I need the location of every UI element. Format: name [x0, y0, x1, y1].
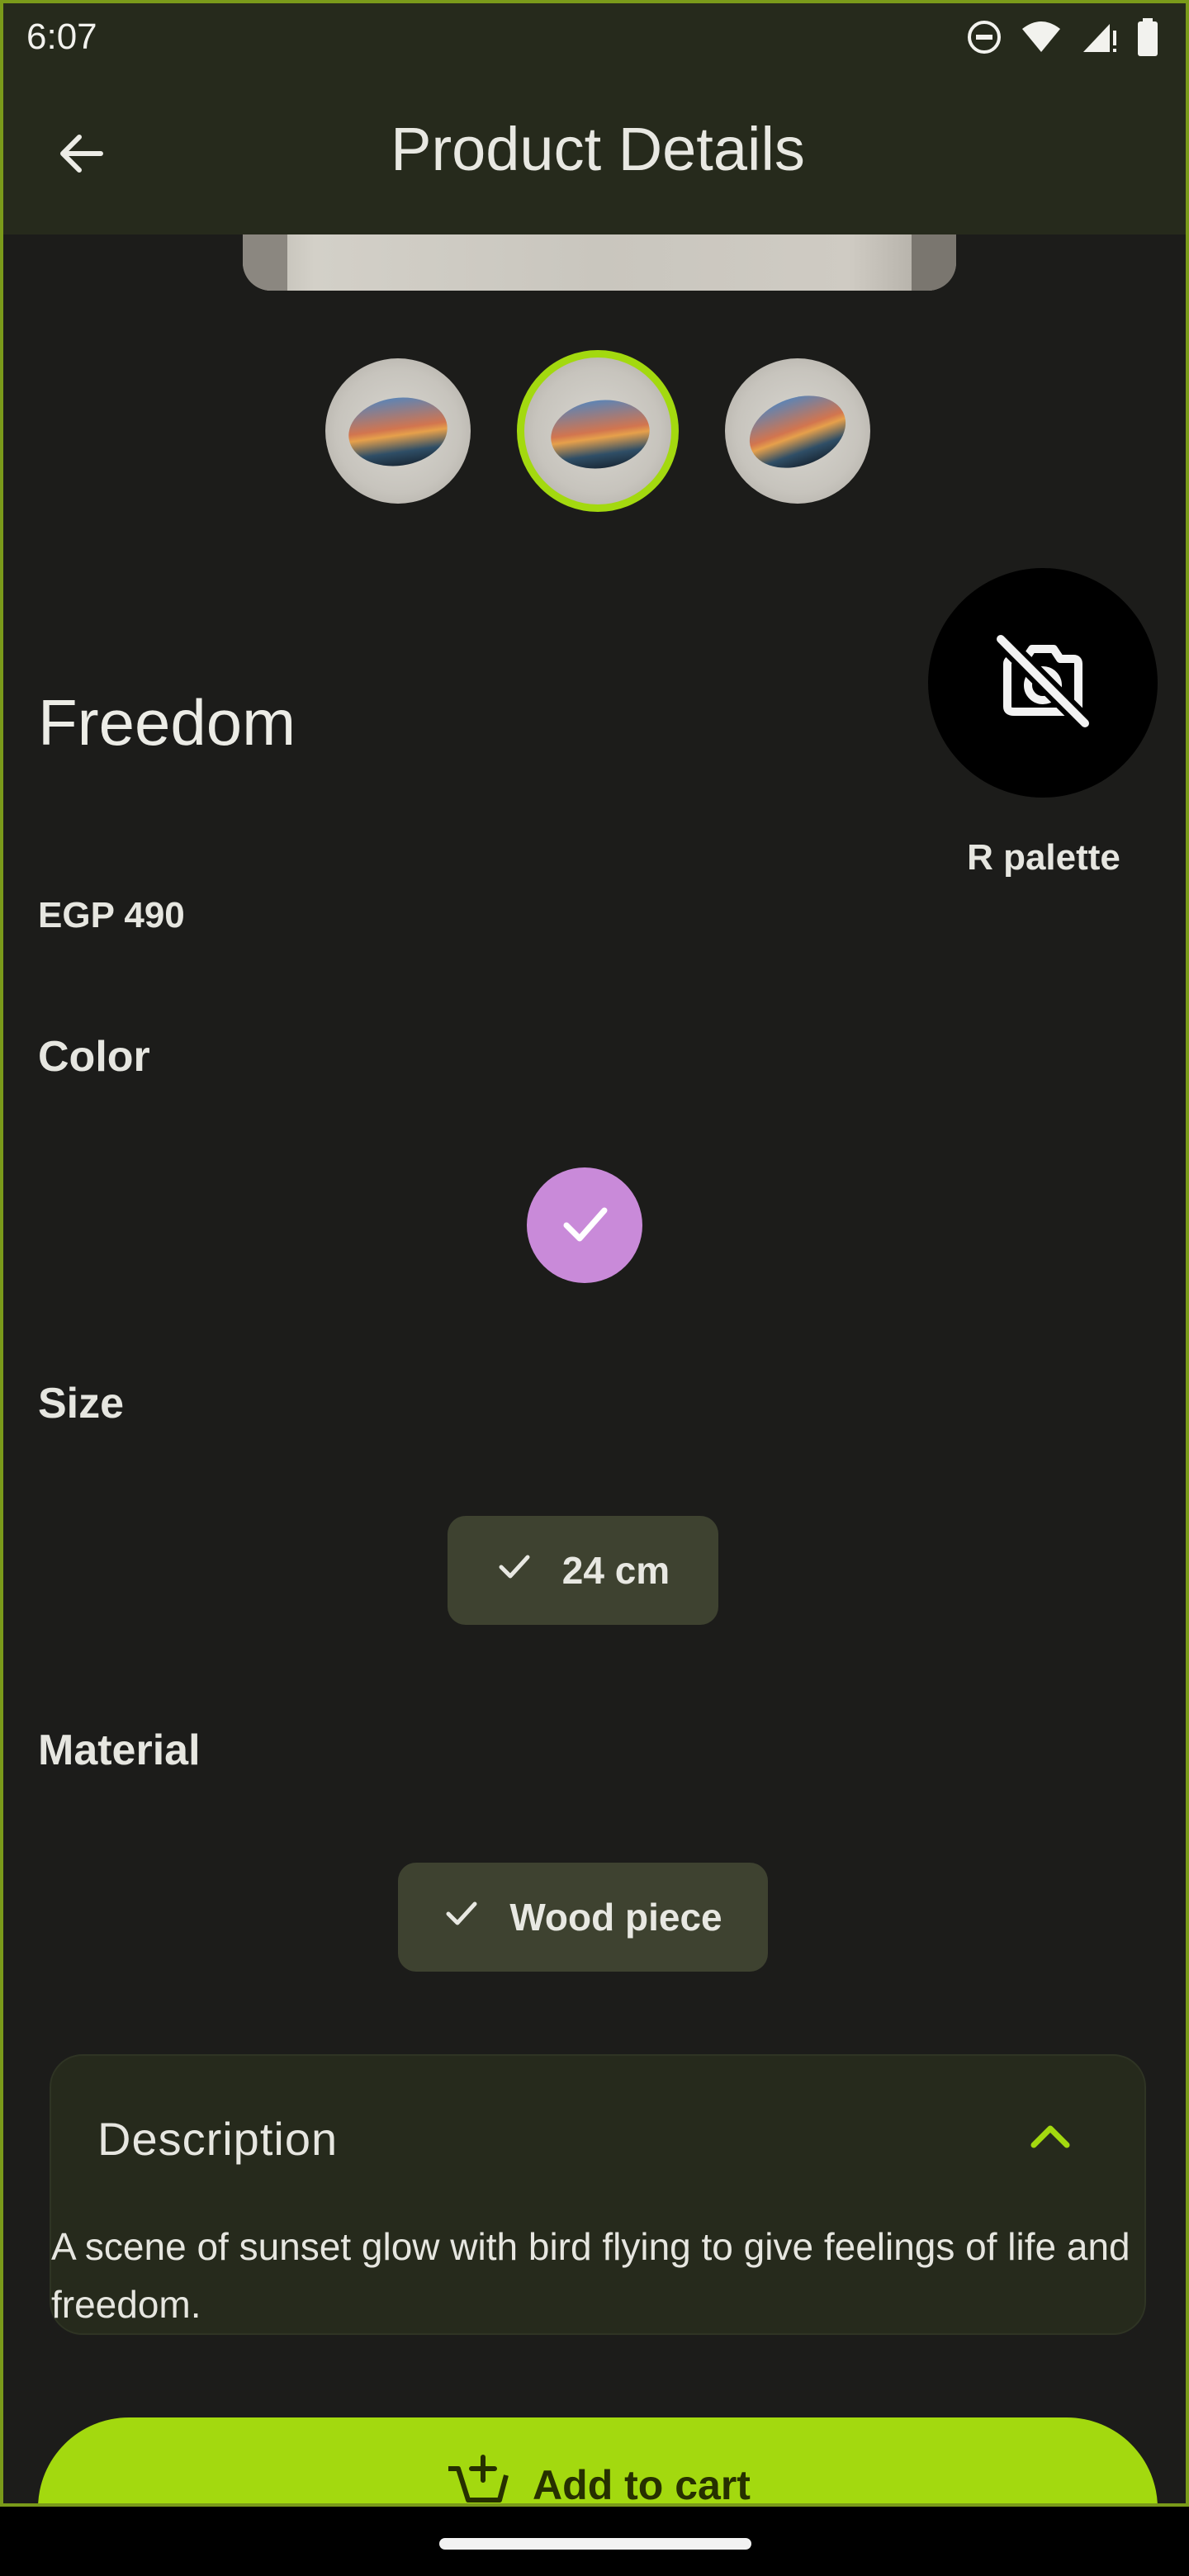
material-chip-selected[interactable]: Wood piece: [398, 1863, 768, 1972]
thumbnail-1[interactable]: [325, 358, 471, 504]
product-price: EGP 490: [38, 895, 185, 935]
add-to-cart-label: Add to cart: [533, 2462, 751, 2507]
description-panel: Description A scene of sunset glow with …: [50, 2054, 1146, 2335]
system-navigation-bar: [0, 2507, 1189, 2576]
home-gesture-handle[interactable]: [439, 2538, 751, 2550]
thumbnail-2-selected[interactable]: [517, 350, 679, 512]
color-swatch-selected[interactable]: [527, 1167, 642, 1283]
no-photo-icon: [989, 627, 1097, 739]
battery-icon: [1136, 18, 1159, 56]
app-bar: Product Details: [3, 69, 1186, 234]
status-icons: [966, 18, 1159, 56]
description-text: A scene of sunset glow with bird flying …: [51, 2225, 1130, 2326]
product-main-image[interactable]: [243, 234, 956, 291]
product-name: Freedom: [38, 686, 296, 759]
check-icon: [557, 1196, 613, 1256]
size-chip-selected[interactable]: 24 cm: [448, 1516, 718, 1625]
add-to-cart-button[interactable]: Add to cart: [38, 2417, 1158, 2507]
description-header[interactable]: Description: [97, 2112, 338, 2166]
color-label: Color: [38, 1033, 150, 1081]
signal-icon: [1080, 19, 1118, 55]
page-title: Product Details: [391, 115, 805, 183]
do-not-disturb-icon: [966, 19, 1002, 55]
material-label: Material: [38, 1726, 201, 1774]
thumbnail-3[interactable]: [725, 358, 870, 504]
chevron-up-icon[interactable]: [1029, 2119, 1072, 2156]
size-chip-label: 24 cm: [561, 1549, 670, 1592]
image-thumbnails: [3, 350, 1186, 515]
size-label: Size: [38, 1380, 125, 1428]
material-chip-label: Wood piece: [509, 1896, 722, 1939]
check-icon: [443, 1895, 480, 1940]
seller-name[interactable]: R palette: [912, 837, 1176, 878]
add-shopping-cart-icon: [445, 2452, 511, 2503]
status-time: 6:07: [26, 17, 97, 57]
status-bar: 6:07: [3, 3, 1186, 69]
seller-avatar[interactable]: [928, 568, 1158, 798]
app-screen: 6:07 Product Details Freedom R palette E…: [0, 0, 1189, 2507]
check-icon: [496, 1548, 533, 1593]
wifi-icon: [1021, 19, 1062, 55]
